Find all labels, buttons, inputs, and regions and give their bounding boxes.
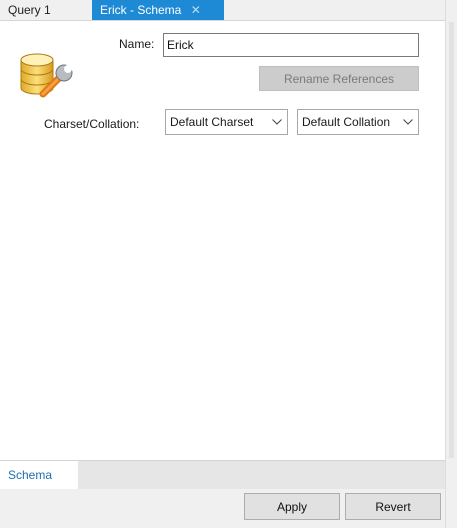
close-icon[interactable]: ✕ (191, 0, 201, 20)
chevron-down-icon (272, 119, 282, 125)
schema-editor-panel: Name: Rename References Charset/Collatio… (0, 21, 445, 459)
charset-select-value: Default Charset (170, 115, 254, 129)
action-button-bar: Apply Revert (0, 489, 445, 528)
revert-button[interactable]: Revert (345, 493, 441, 520)
subtab-schema[interactable]: Schema (0, 461, 78, 489)
tab-query-1[interactable]: Query 1 (0, 0, 92, 20)
charset-select[interactable]: Default Charset (165, 109, 288, 135)
subtab-schema-label: Schema (8, 468, 53, 482)
tab-erick-schema-label: Erick - Schema (100, 3, 182, 17)
chevron-down-icon (403, 119, 413, 125)
database-wrench-icon (19, 51, 75, 99)
tab-query-1-label: Query 1 (8, 3, 51, 17)
document-tab-bar: Query 1 Erick - Schema ✕ (0, 0, 445, 21)
apply-button[interactable]: Apply (244, 493, 340, 520)
charset-collation-label: Charset/Collation: (44, 117, 140, 131)
editor-subtab-bar: Schema (0, 460, 445, 489)
vertical-scrollbar[interactable] (445, 0, 457, 528)
tab-erick-schema[interactable]: Erick - Schema ✕ (92, 0, 224, 20)
schema-name-input[interactable] (163, 33, 419, 57)
scrollbar-track[interactable] (449, 22, 454, 458)
rename-references-button[interactable]: Rename References (259, 66, 419, 91)
name-label: Name: (119, 37, 155, 51)
collation-select[interactable]: Default Collation (297, 109, 419, 135)
collation-select-value: Default Collation (302, 115, 391, 129)
